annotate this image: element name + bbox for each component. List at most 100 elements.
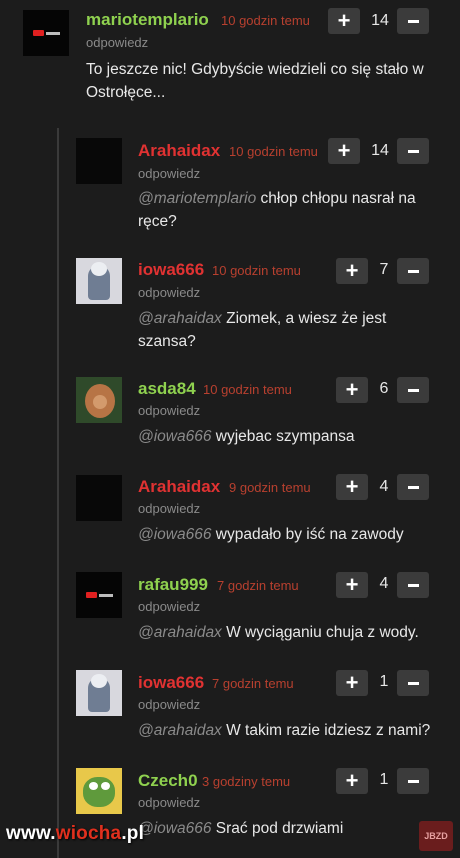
- comment-text: @arahaidax W takim razie idziesz z nami?: [138, 719, 458, 742]
- timestamp: 9 godzin temu: [229, 480, 311, 495]
- minus-icon: [407, 19, 419, 23]
- avatar[interactable]: [76, 768, 122, 814]
- upvote-button[interactable]: [336, 377, 368, 403]
- site-logo-icon: [85, 592, 113, 598]
- timestamp: 7 godzin temu: [212, 676, 294, 691]
- avatar[interactable]: [76, 475, 122, 521]
- avatar[interactable]: [76, 377, 122, 423]
- username[interactable]: rafau999: [138, 575, 208, 595]
- downvote-button[interactable]: [397, 377, 429, 403]
- upvote-button[interactable]: [328, 8, 360, 34]
- username[interactable]: asda84: [138, 379, 196, 399]
- vote-count: 6: [379, 380, 389, 397]
- reply-link[interactable]: odpowiedz: [138, 599, 200, 614]
- timestamp: 10 godzin temu: [221, 13, 310, 28]
- minus-icon: [407, 583, 419, 587]
- upvote-button[interactable]: [336, 670, 368, 696]
- username[interactable]: Arahaidax: [138, 141, 220, 161]
- avatar[interactable]: [76, 138, 122, 184]
- downvote-button[interactable]: [397, 670, 429, 696]
- mention-link[interactable]: @mariotemplario: [138, 190, 256, 207]
- timestamp: 10 godzin temu: [203, 382, 292, 397]
- minus-icon: [407, 681, 419, 685]
- downvote-button[interactable]: [397, 8, 429, 34]
- comment-text-content: wypadało by iść na zawody: [211, 526, 404, 543]
- comment-text-content: Srać pod drzwiami: [211, 820, 344, 837]
- vote-count: 14: [371, 142, 389, 159]
- vote-count: 1: [379, 673, 389, 690]
- mention-link[interactable]: @iowa666: [138, 526, 211, 543]
- mention-link[interactable]: @arahaidax: [138, 624, 222, 641]
- comment-text-content: W wyciąganiu chuja z wody.: [221, 624, 419, 641]
- vote-count: 1: [379, 771, 389, 788]
- mention-link[interactable]: @arahaidax: [138, 722, 222, 739]
- username[interactable]: Arahaidax: [138, 477, 220, 497]
- minus-icon: [407, 485, 419, 489]
- downvote-button[interactable]: [397, 474, 429, 500]
- comment-text-content: wyjebac szympansa: [211, 428, 355, 445]
- vote-count: 7: [379, 261, 389, 278]
- upvote-button[interactable]: [336, 258, 368, 284]
- jbzd-logo-text: JBZD: [424, 831, 448, 841]
- plus-icon: [338, 140, 351, 163]
- mention-link[interactable]: @iowa666: [138, 428, 211, 445]
- mention-link[interactable]: @arahaidax: [138, 310, 222, 327]
- jbzd-logo: JBZD: [419, 821, 453, 851]
- timestamp: 10 godzin temu: [229, 144, 318, 159]
- username[interactable]: mariotemplario: [86, 10, 209, 30]
- downvote-button[interactable]: [397, 768, 429, 794]
- minus-icon: [407, 269, 419, 273]
- avatar[interactable]: [23, 10, 69, 56]
- watermark-suffix: .pl: [121, 823, 145, 844]
- reply-link[interactable]: odpowiedz: [138, 285, 200, 300]
- comment-text: @arahaidax W wyciąganiu chuja z wody.: [138, 621, 454, 644]
- avatar[interactable]: [76, 572, 122, 618]
- downvote-button[interactable]: [397, 572, 429, 598]
- mention-link[interactable]: @iowa666: [138, 820, 211, 837]
- username[interactable]: iowa666: [138, 260, 204, 280]
- comment-text: @iowa666 wyjebac szympansa: [138, 425, 438, 448]
- reply-link[interactable]: odpowiedz: [138, 697, 200, 712]
- plus-icon: [338, 10, 351, 33]
- comment-text-content: W takim razie idziesz z nami?: [221, 722, 431, 739]
- comment-text: @iowa666 wypadało by iść na zawody: [138, 523, 448, 546]
- upvote-button[interactable]: [336, 474, 368, 500]
- comment-text: To jeszcze nic! Gdybyście wiedzieli co s…: [86, 58, 426, 104]
- comment-text-content: To jeszcze nic! Gdybyście wiedzieli co s…: [86, 61, 424, 101]
- vote-count: 14: [371, 12, 389, 29]
- watermark-prefix: www.: [6, 823, 56, 844]
- watermark-brand: wiocha: [55, 823, 122, 844]
- upvote-button[interactable]: [336, 572, 368, 598]
- timestamp: 7 godzin temu: [217, 578, 299, 593]
- downvote-button[interactable]: [397, 138, 429, 164]
- timestamp: 3 godziny temu: [202, 774, 291, 789]
- thread-line: [57, 128, 59, 858]
- reply-link[interactable]: odpowiedz: [138, 166, 200, 181]
- plus-icon: [346, 672, 359, 695]
- plus-icon: [346, 260, 359, 283]
- timestamp: 10 godzin temu: [212, 263, 301, 278]
- reply-link[interactable]: odpowiedz: [138, 501, 200, 516]
- username[interactable]: Czech0: [138, 771, 198, 791]
- site-logo-icon: [32, 30, 60, 36]
- minus-icon: [407, 779, 419, 783]
- comment-text: @arahaidax Ziomek, a wiesz że jest szans…: [138, 307, 428, 353]
- reply-link[interactable]: odpowiedz: [86, 35, 148, 50]
- username[interactable]: iowa666: [138, 673, 204, 693]
- comment-text: @iowa666 Srać pod drzwiami: [138, 817, 438, 840]
- plus-icon: [346, 379, 359, 402]
- plus-icon: [346, 476, 359, 499]
- comment-text: @mariotemplario chłop chłopu nasrał na r…: [138, 187, 448, 233]
- minus-icon: [407, 149, 419, 153]
- vote-count: 4: [379, 575, 389, 592]
- upvote-button[interactable]: [336, 768, 368, 794]
- watermark: www.wiocha.pl: [6, 823, 144, 845]
- minus-icon: [407, 388, 419, 392]
- avatar[interactable]: [76, 670, 122, 716]
- upvote-button[interactable]: [328, 138, 360, 164]
- reply-link[interactable]: odpowiedz: [138, 403, 200, 418]
- plus-icon: [346, 770, 359, 793]
- avatar[interactable]: [76, 258, 122, 304]
- reply-link[interactable]: odpowiedz: [138, 795, 200, 810]
- downvote-button[interactable]: [397, 258, 429, 284]
